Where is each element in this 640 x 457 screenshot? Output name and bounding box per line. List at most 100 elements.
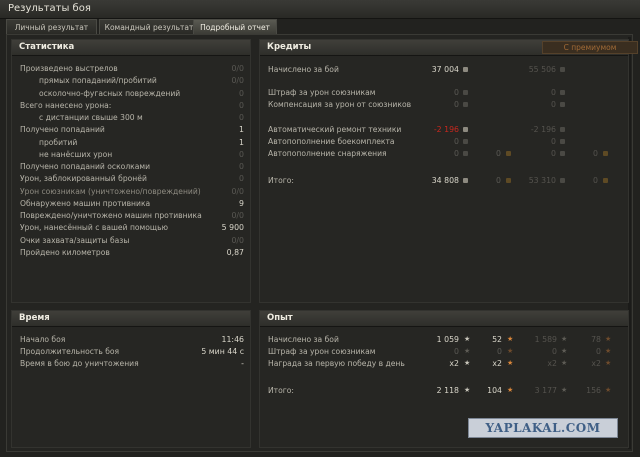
premium-free-xp-total: 156: [586, 386, 601, 395]
premium-credit-icon: [560, 139, 565, 144]
tab-personal-result[interactable]: Личный результат: [6, 19, 97, 34]
stat-value: 0: [239, 174, 244, 184]
credit-label: Автопополнение боекомплекта: [268, 137, 395, 146]
credit-icon: [463, 139, 468, 144]
xp-label: Штраф за урон союзникам: [268, 347, 376, 356]
time-value: 11:46: [221, 335, 244, 344]
premium-free-xp-icon: ★: [605, 359, 612, 367]
xp-star-icon: ★: [464, 347, 471, 355]
premium-credit-icon: [560, 67, 565, 72]
premium-xp-icon: ★: [561, 347, 568, 355]
credit-value: 0: [454, 137, 459, 146]
gold-icon: [506, 151, 511, 156]
stats-title: Статистика: [19, 42, 75, 52]
credit-icon: [463, 90, 468, 95]
xp-star-icon: ★: [464, 359, 471, 367]
premium-gold-value: 0: [593, 149, 598, 158]
credit-label: Автопополнение снаряжения: [268, 149, 387, 158]
time-label: Время в бою до уничтожения: [20, 359, 139, 368]
xp-star-icon: ★: [464, 335, 471, 343]
time-value: -: [241, 359, 244, 368]
xp-label: Награда за первую победу в день: [268, 359, 405, 368]
stats-header: Статистика: [12, 40, 250, 56]
credit-label: Автоматический ремонт техники: [268, 125, 402, 134]
premium-xp-value: 0: [552, 347, 557, 356]
stats-panel: Статистика Произведено выстрелов 0/0 прямы…: [11, 39, 251, 303]
tab-detailed-report[interactable]: Подробный отчет: [193, 19, 277, 34]
stat-label: пробитий: [39, 137, 78, 147]
stat-label: осколочно-фугасных повреждений: [39, 88, 181, 98]
free-xp-icon: ★: [507, 335, 514, 343]
stat-label: Урон союзникам (уничтожено/повреждений): [20, 186, 201, 196]
premium-free-xp-value: 0: [596, 347, 601, 356]
premium-credit-value: 0: [551, 88, 556, 97]
premium-credit-icon: [560, 178, 565, 183]
stat-label: Получено попаданий: [20, 125, 105, 135]
premium-button[interactable]: С премиумом: [542, 41, 638, 54]
xp-total-label: Итого:: [268, 386, 294, 395]
credits-header: Кредиты С премиумом: [260, 40, 638, 56]
premium-xp-icon: ★: [561, 335, 568, 343]
premium-free-xp-icon: ★: [605, 347, 612, 355]
stat-value: 9: [239, 198, 244, 208]
stat-value: 0/0: [231, 235, 244, 245]
credit-label: Штраф за урон союзникам: [268, 88, 376, 97]
xp-value: 1 059: [436, 335, 459, 344]
stat-value: 0: [239, 113, 244, 122]
xp-value: x2: [449, 359, 459, 368]
premium-free-xp-icon: ★: [605, 386, 612, 394]
premium-credit-icon: [560, 127, 565, 132]
credit-value: 0: [454, 149, 459, 158]
premium-credit-value: 0: [551, 100, 556, 109]
premium-free-xp-icon: ★: [605, 335, 612, 343]
credit-total-label: Итого:: [268, 176, 294, 185]
credit-value: 0: [454, 88, 459, 97]
premium-xp-value: 1 589: [534, 335, 557, 344]
stat-value: 0: [239, 162, 244, 171]
time-header: Время: [12, 311, 250, 327]
premium-credit-value: 55 506: [528, 65, 556, 74]
stat-value: 1: [239, 137, 244, 147]
watermark: YAPLAKAL.COM: [468, 418, 618, 438]
stat-label: Повреждено/уничтожено машин противника: [20, 211, 202, 220]
time-panel: Время Начало боя 11:46 Продолжительность б…: [11, 310, 251, 448]
xp-total-value: 2 118: [436, 386, 459, 395]
premium-gold-icon: [603, 178, 608, 183]
free-xp-value: 52: [492, 335, 502, 344]
stat-value: 0/0: [231, 76, 244, 86]
credit-icon: [463, 127, 468, 132]
free-xp-total: 104: [487, 386, 502, 395]
premium-xp-total: 3 177: [534, 386, 557, 395]
free-xp-icon: ★: [507, 386, 514, 394]
premium-free-xp-value: x2: [591, 359, 601, 368]
title-bar: Результаты боя: [0, 0, 640, 19]
stat-value: 0/0: [231, 211, 244, 220]
premium-xp-icon: ★: [561, 359, 568, 367]
premium-xp-value: x2: [547, 359, 557, 368]
free-xp-value: x2: [492, 359, 502, 368]
stat-label: прямых попаданий/пробитий: [39, 76, 157, 86]
gold-value: 0: [496, 149, 501, 158]
credit-value: 37 004: [431, 65, 459, 74]
premium-free-xp-value: 78: [591, 335, 601, 344]
stat-label: Всего нанесено урона:: [20, 100, 112, 110]
credit-value: 0: [454, 100, 459, 109]
premium-xp-icon: ★: [561, 386, 568, 394]
free-xp-icon: ★: [507, 359, 514, 367]
premium-gold-icon: [603, 151, 608, 156]
premium-credit-icon: [560, 151, 565, 156]
premium-credit-total: 53 310: [528, 176, 556, 185]
stat-label: Урон, нанесённый с вашей помощью: [20, 223, 168, 233]
premium-credit-value: -2 196: [530, 125, 556, 134]
xp-label: Начислено за бой: [268, 335, 339, 344]
stat-label: не нанёсших урон: [39, 149, 113, 159]
tab-team-result[interactable]: Командный результат: [99, 19, 199, 34]
xp-title: Опыт: [267, 313, 293, 323]
stat-value: 1: [239, 125, 244, 135]
premium-credit-icon: [560, 90, 565, 95]
credit-value: -2 196: [433, 125, 459, 134]
stat-label: Очки захвата/защиты базы: [20, 235, 130, 245]
stat-label: Пройдено километров: [20, 247, 110, 257]
xp-star-icon: ★: [464, 386, 471, 394]
time-title: Время: [19, 313, 50, 323]
